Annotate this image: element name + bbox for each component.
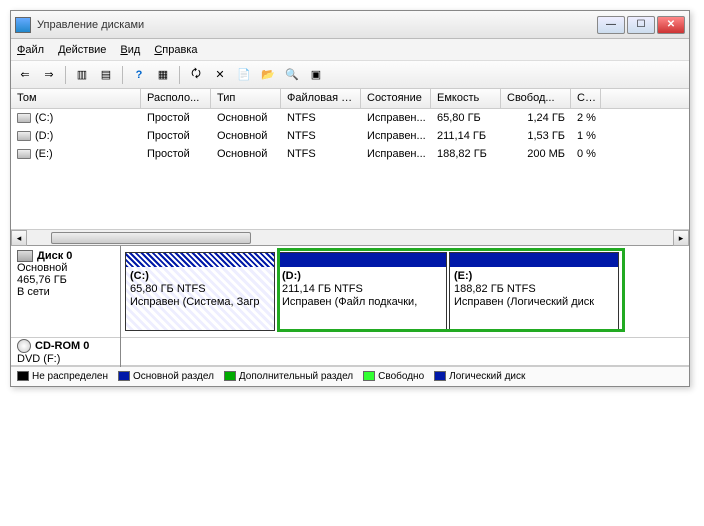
cdrom-row: CD-ROM 0 DVD (F:) xyxy=(11,338,689,366)
col-fs[interactable]: Файловая с... xyxy=(281,89,361,108)
disk-graphical-view: Диск 0 Основной 465,76 ГБ В сети (C:) 65… xyxy=(11,245,689,386)
scroll-thumb[interactable] xyxy=(51,232,251,244)
app-icon xyxy=(15,17,31,33)
legend-swatch xyxy=(434,371,446,381)
help-icon[interactable]: ? xyxy=(129,65,149,85)
column-headers[interactable]: Том Располо... Тип Файловая с... Состоян… xyxy=(11,89,689,109)
forward-button[interactable]: ⇒ xyxy=(39,65,59,85)
scroll-left-icon[interactable]: ◂ xyxy=(11,230,27,246)
drive-icon xyxy=(17,149,31,159)
scroll-right-icon[interactable]: ▸ xyxy=(673,230,689,246)
col-layout[interactable]: Располо... xyxy=(141,89,211,108)
legend: Не распределен Основной раздел Дополните… xyxy=(11,366,689,386)
volume-list: Том Располо... Тип Файловая с... Состоян… xyxy=(11,89,689,245)
partition-c[interactable]: (C:) 65,80 ГБ NTFS Исправен (Система, За… xyxy=(125,252,275,331)
drive-icon xyxy=(17,131,31,141)
window-title: Управление дисками xyxy=(37,19,597,31)
col-capacity[interactable]: Емкость xyxy=(431,89,501,108)
menu-action[interactable]: Действие xyxy=(58,44,106,56)
col-free[interactable]: Свобод... xyxy=(501,89,571,108)
partition-e[interactable]: (E:) 188,82 ГБ NTFS Исправен (Логический… xyxy=(449,252,619,331)
disk-icon xyxy=(17,250,33,262)
col-type[interactable]: Тип xyxy=(211,89,281,108)
settings-icon[interactable]: ▦ xyxy=(153,65,173,85)
disk0-row: Диск 0 Основной 465,76 ГБ В сети (C:) 65… xyxy=(11,246,689,338)
close-button[interactable]: ✕ xyxy=(657,16,685,34)
legend-swatch xyxy=(363,371,375,381)
legend-swatch xyxy=(17,371,29,381)
disk0-header[interactable]: Диск 0 Основной 465,76 ГБ В сети xyxy=(11,246,121,337)
col-pct[interactable]: Св... xyxy=(571,89,601,108)
legend-swatch xyxy=(118,371,130,381)
view-bottom-icon[interactable]: ▤ xyxy=(96,65,116,85)
disk0-partitions: (C:) 65,80 ГБ NTFS Исправен (Система, За… xyxy=(121,246,689,337)
search-icon[interactable]: 🔍 xyxy=(282,65,302,85)
menu-view[interactable]: Вид xyxy=(120,44,140,56)
refresh-icon[interactable]: 🗘 xyxy=(186,65,206,85)
extra-icon[interactable]: ▣ xyxy=(306,65,326,85)
col-status[interactable]: Состояние xyxy=(361,89,431,108)
cdrom-header[interactable]: CD-ROM 0 DVD (F:) xyxy=(11,337,121,367)
cdrom-icon xyxy=(17,339,31,353)
maximize-button[interactable]: ☐ xyxy=(627,16,655,34)
back-button[interactable]: ⇐ xyxy=(15,65,35,85)
table-row[interactable]: (C:) Простой Основной NTFS Исправен... 6… xyxy=(11,109,689,127)
legend-swatch xyxy=(224,371,236,381)
view-top-icon[interactable]: ▥ xyxy=(72,65,92,85)
table-row[interactable]: (D:) Простой Основной NTFS Исправен... 2… xyxy=(11,127,689,145)
menubar: Файл Действие Вид Справка xyxy=(11,39,689,61)
titlebar[interactable]: Управление дисками — ☐ ✕ xyxy=(11,11,689,39)
properties-icon[interactable]: 📄 xyxy=(234,65,254,85)
menu-help[interactable]: Справка xyxy=(154,44,197,56)
delete-icon[interactable]: ✕ xyxy=(210,65,230,85)
table-row[interactable]: (E:) Простой Основной NTFS Исправен... 1… xyxy=(11,145,689,163)
partition-d[interactable]: (D:) 211,14 ГБ NTFS Исправен (Файл подка… xyxy=(277,252,447,331)
drive-icon xyxy=(17,113,31,123)
open-icon[interactable]: 📂 xyxy=(258,65,278,85)
col-volume[interactable]: Том xyxy=(11,89,141,108)
horizontal-scrollbar[interactable]: ◂ ▸ xyxy=(11,229,689,245)
menu-file[interactable]: Файл xyxy=(17,44,44,56)
volume-rows: (C:) Простой Основной NTFS Исправен... 6… xyxy=(11,109,689,229)
minimize-button[interactable]: — xyxy=(597,16,625,34)
disk-management-window: Управление дисками — ☐ ✕ Файл Действие В… xyxy=(10,10,690,387)
toolbar: ⇐ ⇒ ▥ ▤ ? ▦ 🗘 ✕ 📄 📂 🔍 ▣ xyxy=(11,61,689,89)
